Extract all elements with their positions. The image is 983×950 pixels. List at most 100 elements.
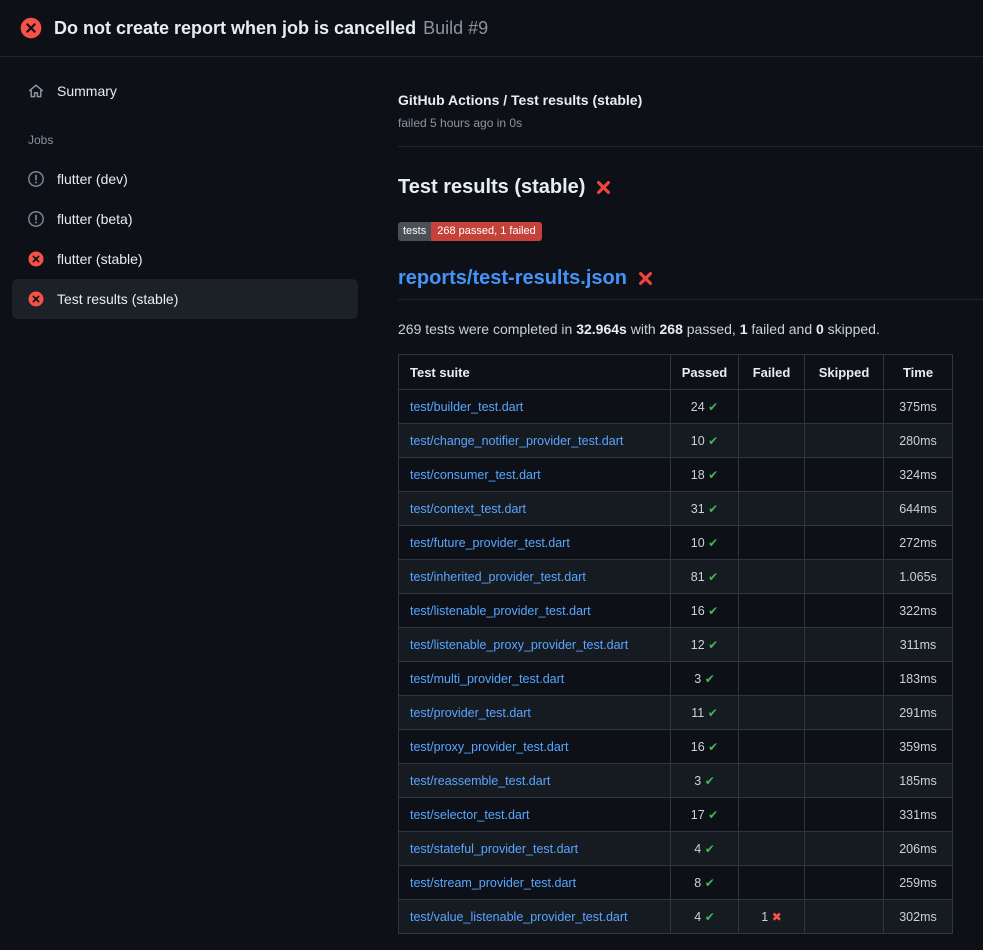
- cross-mark-icon: [595, 179, 612, 196]
- passed-count: 8: [694, 876, 701, 890]
- time-cell: 272ms: [884, 526, 953, 560]
- sidebar-job-flutter-beta[interactable]: flutter (beta): [12, 199, 358, 239]
- suite-cell: test/future_provider_test.dart: [399, 526, 671, 560]
- job-label: flutter (stable): [57, 251, 143, 267]
- passed-cell: 4 ✔: [671, 832, 739, 866]
- col-failed: Failed: [739, 355, 805, 390]
- time-cell: 331ms: [884, 798, 953, 832]
- check-mark-icon: ✔: [708, 468, 718, 482]
- section-title-text: Test results (stable): [398, 174, 585, 200]
- table-row: test/provider_test.dart11 ✔291ms: [399, 696, 953, 730]
- badge-value: 268 passed, 1 failed: [431, 222, 541, 241]
- job-label: Test results (stable): [57, 291, 178, 307]
- check-mark-icon: ✔: [705, 842, 715, 856]
- table-row: test/value_listenable_provider_test.dart…: [399, 900, 953, 934]
- home-icon: [28, 83, 44, 99]
- workflow-run-page: Do not create report when job is cancell…: [0, 0, 983, 934]
- suite-link[interactable]: test/reassemble_test.dart: [410, 774, 550, 788]
- sidebar-item-summary[interactable]: Summary: [12, 73, 358, 109]
- suite-link[interactable]: test/stream_provider_test.dart: [410, 876, 576, 890]
- job-label: flutter (beta): [57, 211, 132, 227]
- summary-label: Summary: [57, 83, 117, 99]
- time-cell: 185ms: [884, 764, 953, 798]
- suite-cell: test/stream_provider_test.dart: [399, 866, 671, 900]
- suite-link[interactable]: test/context_test.dart: [410, 502, 526, 516]
- passed-cell: 3 ✔: [671, 764, 739, 798]
- passed-cell: 8 ✔: [671, 866, 739, 900]
- skipped-cell: [805, 832, 884, 866]
- alert-circle-icon: [28, 211, 44, 227]
- suite-link[interactable]: test/future_provider_test.dart: [410, 536, 570, 550]
- suite-link[interactable]: test/value_listenable_provider_test.dart: [410, 910, 628, 924]
- failed-cell: [739, 492, 805, 526]
- table-row: test/consumer_test.dart 18 ✔ 324ms: [399, 458, 953, 492]
- failed-count: 1: [761, 910, 768, 924]
- table-row: test/listenable_proxy_provider_test.dart…: [399, 628, 953, 662]
- table-row: test/context_test.dart31 ✔644ms: [399, 492, 953, 526]
- suite-link[interactable]: test/multi_provider_test.dart: [410, 672, 564, 686]
- results-table: Test suite Passed Failed Skipped Time te…: [398, 354, 953, 934]
- skipped-cell: [805, 560, 884, 594]
- passed-count: 16: [691, 604, 705, 618]
- passed-cell: 18 ✔: [671, 458, 739, 492]
- suite-link[interactable]: test/inherited_provider_test.dart: [410, 570, 586, 584]
- skipped-cell: [805, 424, 884, 458]
- jobs-section-label: Jobs: [28, 133, 358, 147]
- table-row: test/listenable_provider_test.dart16 ✔32…: [399, 594, 953, 628]
- passed-count: 18: [691, 468, 705, 482]
- time-cell: 359ms: [884, 730, 953, 764]
- time-cell: 644ms: [884, 492, 953, 526]
- x-circle-fill-icon: [28, 291, 44, 307]
- failed-cell: [739, 662, 805, 696]
- passed-count: 10: [691, 434, 705, 448]
- suite-link[interactable]: test/stateful_provider_test.dart: [410, 842, 578, 856]
- skipped-cell: [805, 798, 884, 832]
- check-mark-icon: ✔: [708, 434, 718, 448]
- time-cell: 206ms: [884, 832, 953, 866]
- table-row: test/reassemble_test.dart 3 ✔ 185ms: [399, 764, 953, 798]
- suite-cell: test/builder_test.dart: [399, 390, 671, 424]
- table-row: test/change_notifier_provider_test.dart 1…: [399, 424, 953, 458]
- check-mark-icon: ✔: [708, 502, 718, 516]
- badge-label: tests: [398, 222, 431, 241]
- check-mark-icon: ✔: [708, 570, 718, 584]
- suite-link[interactable]: test/consumer_test.dart: [410, 468, 541, 482]
- skipped-cell: [805, 866, 884, 900]
- time-cell: 324ms: [884, 458, 953, 492]
- suite-link[interactable]: test/proxy_provider_test.dart: [410, 740, 568, 754]
- run-title: Do not create report when job is cancell…: [54, 18, 416, 39]
- passed-count: 4: [694, 910, 701, 924]
- failed-cell: [739, 730, 805, 764]
- suite-cell: test/selector_test.dart: [399, 798, 671, 832]
- run-header: Do not create report when job is cancell…: [0, 0, 983, 57]
- suite-link[interactable]: test/builder_test.dart: [410, 400, 523, 414]
- time-cell: 291ms: [884, 696, 953, 730]
- passed-cell: 10 ✔: [671, 424, 739, 458]
- failed-cell: [739, 526, 805, 560]
- col-skipped: Skipped: [805, 355, 884, 390]
- failed-cell: [739, 628, 805, 662]
- passed-cell: 12 ✔: [671, 628, 739, 662]
- run-meta: failed 5 hours ago in 0s: [398, 115, 983, 131]
- sidebar-job-test-results-stable[interactable]: Test results (stable): [12, 279, 358, 319]
- failed-cell: [739, 390, 805, 424]
- failed-cell: [739, 798, 805, 832]
- summary-line: 269 tests were completed in 32.964s with…: [398, 320, 983, 338]
- check-mark-icon: ✔: [705, 910, 715, 924]
- passed-cell: 10 ✔: [671, 526, 739, 560]
- passed-count: 81: [691, 570, 705, 584]
- suite-link[interactable]: test/listenable_proxy_provider_test.dart: [410, 638, 628, 652]
- suite-link[interactable]: test/provider_test.dart: [410, 706, 531, 720]
- suite-link[interactable]: test/selector_test.dart: [410, 808, 530, 822]
- table-row: test/builder_test.dart24 ✔375ms: [399, 390, 953, 424]
- section-title: Test results (stable): [398, 174, 983, 200]
- sidebar-job-flutter-dev[interactable]: flutter (dev): [12, 159, 358, 199]
- sidebar-job-flutter-stable[interactable]: flutter (stable): [12, 239, 358, 279]
- table-row: test/inherited_provider_test.dart81 ✔1.0…: [399, 560, 953, 594]
- job-label: flutter (dev): [57, 171, 128, 187]
- suite-link[interactable]: test/listenable_provider_test.dart: [410, 604, 591, 618]
- suite-link[interactable]: test/change_notifier_provider_test.dart: [410, 434, 623, 448]
- report-link[interactable]: reports/test-results.json: [398, 265, 627, 291]
- passed-cell: 81 ✔: [671, 560, 739, 594]
- failed-cell: [739, 560, 805, 594]
